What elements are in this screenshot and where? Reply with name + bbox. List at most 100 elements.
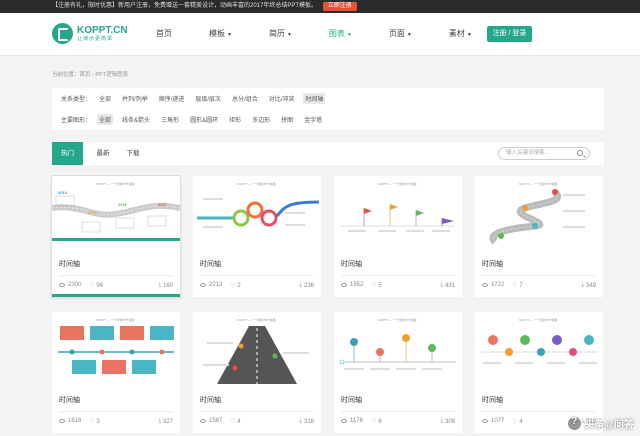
filter-option[interactable]: 层级/层次: [193, 93, 223, 104]
card-stats: 1176 ♡ 6 ⤓ 308: [341, 418, 455, 426]
eye-icon: [200, 419, 206, 423]
search-input[interactable]: 输入关键词搜索...: [498, 147, 590, 160]
eye-icon: [200, 283, 206, 287]
svg-text:2015: 2015: [88, 210, 98, 215]
view-count: 1077: [491, 418, 505, 424]
download-count: 349: [585, 282, 596, 289]
filter-option-selected[interactable]: 全部: [97, 114, 114, 125]
svg-text:2017: 2017: [158, 202, 168, 207]
login-register-button[interactable]: 注册 / 登录: [487, 26, 532, 42]
template-card[interactable]: KOPPT — 一个整的PPT模板 时间轴 1952 ♡ 5 ⤓ 431: [334, 176, 462, 297]
template-thumbnail[interactable]: KOPPT — 一个整的PPT模板: [334, 176, 462, 248]
card-stats: 1722 ♡ 7 ⤓ 349: [482, 282, 596, 290]
like-count: 3: [96, 418, 100, 425]
view-count: 1176: [350, 418, 363, 424]
template-thumbnail[interactable]: KOPPT — 一个整的PPT模板: [193, 312, 321, 384]
search-icon[interactable]: [577, 150, 583, 156]
filter-row-relation: 关系类型： 全部 并列/列举 顺序/递进 层级/层次 总分/组合 对比/冲突 时…: [52, 88, 604, 109]
card-title[interactable]: 时间轴: [482, 395, 503, 405]
download-icon: ⤓: [581, 282, 584, 288]
filter-label: 主要图形：: [61, 118, 92, 124]
template-card[interactable]: KOPPT — 一个整的PPT模板 时间轴 1077 ♡ 4 ⤓ 319: [475, 312, 603, 433]
heart-icon[interactable]: ♡: [371, 282, 376, 289]
search-placeholder: 输入关键词搜索...: [506, 150, 550, 156]
nav-item-assets[interactable]: 素材 ▼: [449, 13, 472, 56]
filter-option[interactable]: 三角形: [159, 114, 181, 125]
filter-option[interactable]: 矩形: [227, 114, 243, 125]
view-count: 1952: [350, 282, 364, 288]
filter-option[interactable]: 线条&箭头: [120, 114, 152, 125]
filter-option[interactable]: 金字塔: [302, 114, 324, 125]
card-title[interactable]: 时间轴: [59, 259, 80, 269]
download-icon: ⤓: [299, 418, 302, 424]
top-nav: KOPPT.CN 让演示更简单 首页 模板 ▼ 简历 ▼ 图表 ▼ 页面 ▼ 素材 ▼ 注…: [0, 13, 640, 56]
filter-option[interactable]: 总分/组合: [230, 93, 260, 104]
download-icon: ⤓: [299, 282, 302, 288]
svg-text:KOPPT — 一个整的PPT模板: KOPPT — 一个整的PPT模板: [378, 181, 417, 186]
eye-icon: [341, 419, 347, 423]
heart-icon[interactable]: ♡: [89, 418, 94, 425]
filter-option[interactable]: 圆形&圆环: [188, 114, 220, 125]
svg-text:KOPPT — 一个整的PPT模板: KOPPT — 一个整的PPT模板: [237, 181, 276, 186]
template-card[interactable]: KOPPT — 一个整的PPT模板 时间轴 1616 ♡ 3 ⤓ 327: [52, 312, 180, 433]
download-icon: ⤓: [158, 282, 161, 288]
chevron-down-icon: ▼: [227, 32, 232, 38]
card-title[interactable]: 时间轴: [341, 259, 362, 269]
heart-icon[interactable]: ♡: [371, 418, 376, 425]
heart-icon[interactable]: ♡: [512, 282, 517, 289]
template-thumbnail[interactable]: KOPPT — 一个整的PPT模板: [334, 312, 462, 384]
filter-option[interactable]: 对比/冲突: [267, 93, 297, 104]
template-thumbnail[interactable]: KOPPT — 一个整的PPT模板: [475, 312, 603, 384]
nav-item-home[interactable]: 首页: [156, 13, 172, 56]
card-title[interactable]: 时间轴: [200, 395, 221, 405]
promo-bar: 【注册有礼，限时优惠】新用户注册，免费赠送一套精美设计，动画丰富的2017年终总…: [0, 0, 640, 13]
nav-item-pages[interactable]: 页面 ▼: [389, 13, 412, 56]
template-card[interactable]: KOPPT — 一个整的PPT模板 时间轴 1587 ♡ 4 ⤓ 316: [193, 312, 321, 433]
download-count: 327: [162, 418, 173, 425]
nav-item-resume[interactable]: 简历 ▼: [269, 13, 292, 56]
card-stats: 1952 ♡ 5 ⤓ 431: [341, 282, 455, 290]
filter-option[interactable]: 并列/列举: [120, 93, 150, 104]
heart-icon[interactable]: ♡: [89, 282, 94, 289]
download-count: 160: [162, 282, 173, 289]
template-thumbnail[interactable]: KOPPT — 一个整的PPT模板: [52, 312, 180, 384]
filter-option[interactable]: 顺序/递进: [157, 93, 187, 104]
download-icon: ⤓: [158, 418, 161, 424]
template-card[interactable]: KOPPT — 一个整的PPT模板 时间轴 2212 ♡ 2 ⤓ 236: [193, 176, 321, 297]
filter-panel: 关系类型： 全部 并列/列举 顺序/递进 层级/层次 总分/组合 对比/冲突 时…: [52, 88, 604, 130]
like-count: 4: [519, 418, 523, 425]
filter-option[interactable]: 拼图: [279, 114, 295, 125]
tab-hot[interactable]: 热门: [52, 142, 83, 165]
heart-icon[interactable]: ♡: [512, 418, 517, 425]
card-title[interactable]: 时间轴: [341, 395, 362, 405]
chevron-down-icon: ▼: [286, 32, 292, 38]
filter-option[interactable]: 多边形: [250, 114, 272, 125]
template-thumbnail[interactable]: KOPPT — 一个整的PPT模板 2014 2015 2016 2017: [52, 176, 180, 248]
nav-item-templates[interactable]: 模板 ▼: [209, 13, 232, 56]
filter-option-selected[interactable]: 时间轴: [303, 93, 326, 104]
promo-register-button[interactable]: 立即注册: [322, 2, 357, 11]
like-count: 6: [378, 418, 382, 425]
filter-option[interactable]: 全部: [97, 93, 113, 104]
tab-latest[interactable]: 最新: [92, 142, 114, 165]
template-card[interactable]: KOPPT — 一个整的PPT模板 2014 2015 2016 2017 时间…: [52, 176, 180, 297]
tab-download[interactable]: 下载: [122, 142, 144, 165]
download-count: 431: [444, 282, 455, 289]
svg-text:KOPPT — 一个整的PPT模板: KOPPT — 一个整的PPT模板: [96, 181, 135, 186]
card-title[interactable]: 时间轴: [59, 395, 80, 405]
like-count: 96: [96, 282, 104, 289]
template-thumbnail[interactable]: KOPPT — 一个整的PPT模板: [193, 176, 321, 248]
card-title[interactable]: 时间轴: [482, 259, 503, 269]
heart-icon[interactable]: ♡: [230, 282, 235, 289]
template-card[interactable]: KOPPT — 一个整的PPT模板 时间轴 1176 ♡ 6 ⤓ 308: [334, 312, 462, 433]
chevron-down-icon: ▼: [346, 32, 352, 38]
template-thumbnail[interactable]: KOPPT — 一个整的PPT模板: [475, 176, 603, 248]
heart-icon[interactable]: ♡: [230, 418, 235, 425]
download-icon: ⤓: [440, 282, 443, 288]
template-card[interactable]: KOPPT — 一个整的PPT模板 时间轴 1722 ♡ 7 ⤓ 349: [475, 176, 603, 297]
download-count: 236: [303, 282, 314, 289]
logo[interactable]: KOPPT.CN 让演示更简单: [52, 23, 128, 44]
card-title[interactable]: 时间轴: [200, 259, 221, 269]
nav-item-charts[interactable]: 图表 ▼: [329, 13, 352, 56]
view-count: 1616: [68, 418, 82, 424]
